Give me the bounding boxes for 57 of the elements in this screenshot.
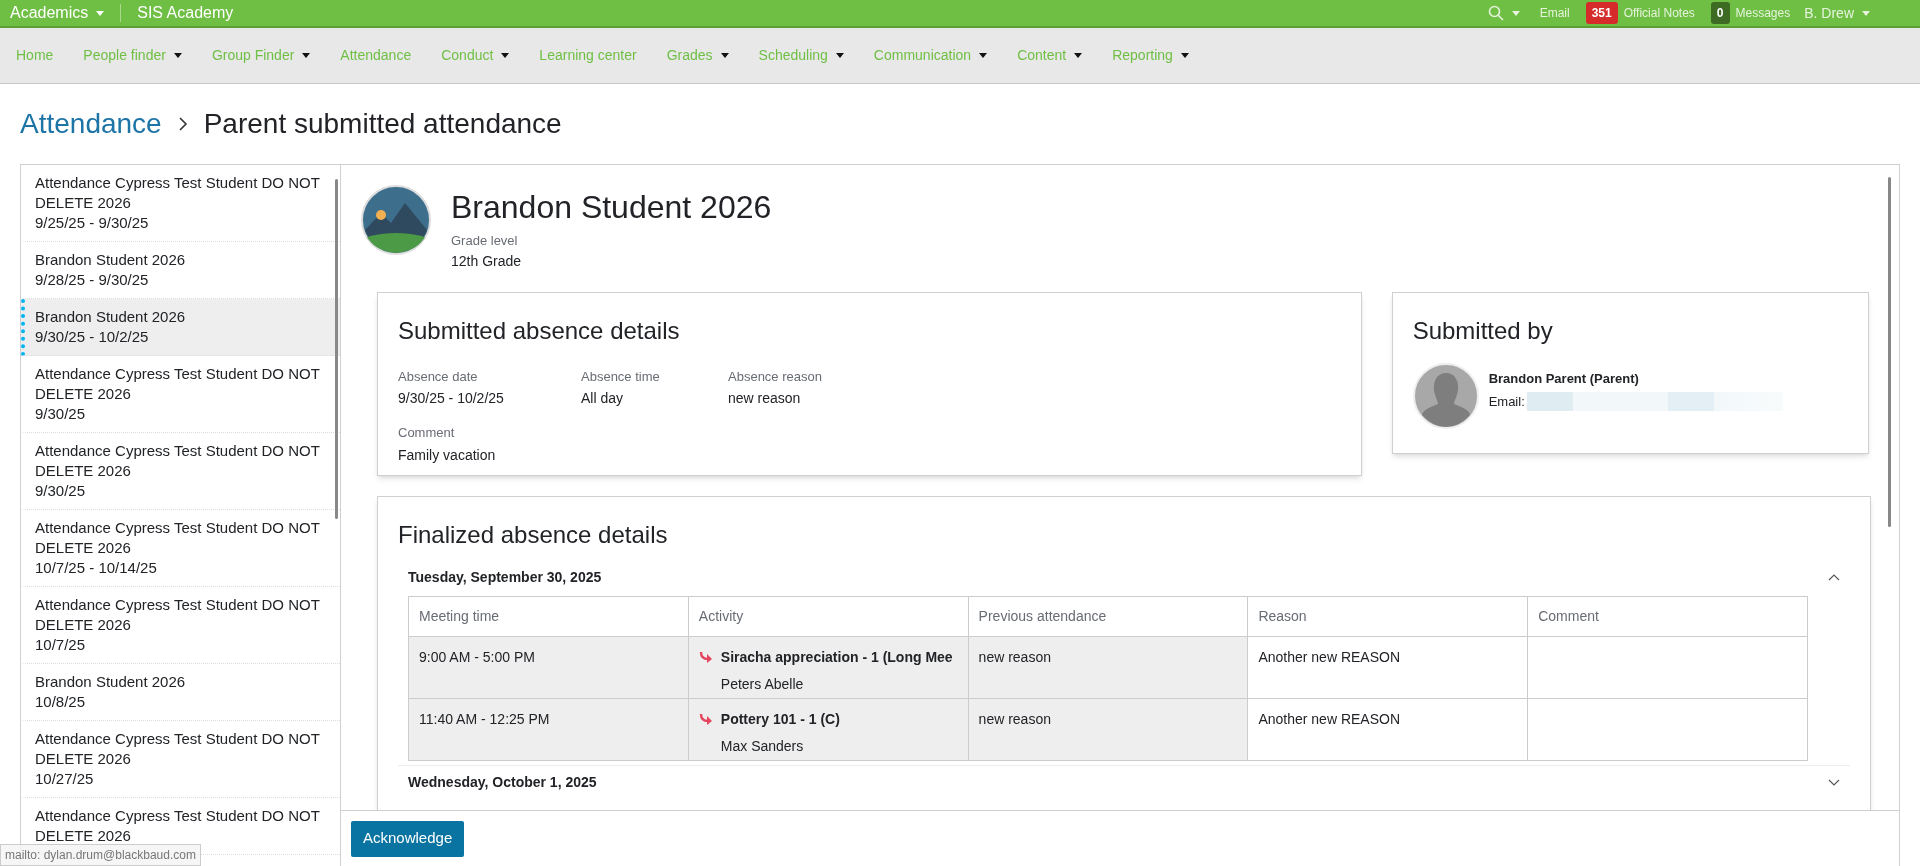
field-label: Comment [398, 424, 456, 442]
student-name: Brandon Student 2026 [451, 188, 772, 227]
table-cell: new reason [968, 636, 1248, 698]
page-title: Parent submitted attendance [203, 107, 562, 141]
student-name: Attendance Cypress Test Student DO NOT DELETE 2026 [35, 729, 321, 769]
card-title: Finalized absence details [398, 519, 669, 550]
activity-name: Siracha appreciation - 1 (Long Mee [720, 647, 953, 667]
day-heading: Wednesday, October 1, 2025 [408, 772, 597, 792]
student-name: Attendance Cypress Test Student DO NOT DELETE 2026 [35, 595, 321, 635]
column-header: Reason [1247, 596, 1528, 636]
school-name: SIS Academy [137, 3, 234, 23]
absence-dates: 9/25/25 - 9/30/25 [35, 213, 150, 233]
student-name: Attendance Cypress Test Student DO NOT DELETE 2026 [35, 364, 321, 404]
card-title: Submitted absence details [398, 315, 681, 346]
absence-dates: 9/30/25 [35, 481, 87, 501]
field-label: Grade level [451, 232, 519, 250]
field-label: Email: [1488, 393, 1525, 411]
column-header: Comment [1527, 596, 1808, 636]
field-value: Family vacation [398, 445, 497, 465]
student-name: Attendance Cypress Test Student DO NOT DELETE 2026 [35, 441, 321, 481]
column-header: Previous attendance [968, 596, 1248, 636]
day-heading: Tuesday, September 30, 2025 [408, 567, 602, 587]
teacher-name: Peters Abelle [719, 674, 805, 694]
absence-dates: 10/7/25 - 10/14/25 [35, 558, 158, 578]
table-cell: 11:40 AM - 12:25 PM [408, 698, 689, 760]
column-header: Meeting time [408, 596, 689, 636]
student-name: Brandon Student 2026 [35, 307, 187, 327]
field-label: Absence date [398, 367, 479, 386]
parent-name: Brandon Parent (Parent) [1488, 369, 1640, 388]
table-cell: new reason [968, 698, 1248, 760]
student-name: Attendance Cypress Test Student DO NOT DELETE 2026 [35, 806, 321, 846]
table-cell: 9:00 AM - 5:00 PM [408, 636, 689, 698]
absence-dates: 9/30/25 [35, 404, 87, 424]
table-cell: Another new REASON [1247, 636, 1528, 698]
absence-dates: 9/30/25 - 10/2/25 [35, 327, 150, 347]
field-value: new reason [728, 389, 802, 408]
notes-count-badge: 351 [1585, 2, 1618, 24]
absence-dates: 10/8/25 [35, 692, 87, 712]
student-name: Attendance Cypress Test Student DO NOT DELETE 2026 [35, 173, 321, 213]
student-name: Brandon Student 2026 [35, 672, 187, 692]
teacher-name: Max Sanders [719, 736, 805, 756]
student-name: Brandon Student 2026 [35, 250, 187, 270]
link-url-tooltip: mailto: dylan.drum@blackbaud.com [0, 844, 201, 866]
card-title: Submitted by [1412, 315, 1554, 346]
field-label: Absence reason [728, 367, 823, 386]
absence-dates: 10/7/25 [35, 635, 87, 655]
field-label: Absence time [581, 367, 661, 386]
student-name: Attendance Cypress Test Student DO NOT DELETE 2026 [35, 518, 321, 558]
field-value: 12th Grade [451, 251, 523, 271]
column-header: Activity [688, 596, 969, 636]
absence-dates: 10/27/25 [35, 769, 95, 789]
messages-count-badge: 0 [1710, 2, 1730, 24]
absence-dates: 9/28/25 - 9/30/25 [35, 270, 150, 290]
field-value: All day [581, 389, 625, 408]
field-value: 9/30/25 - 10/2/25 [398, 389, 505, 408]
activity-name: Pottery 101 - 1 (C) [720, 709, 840, 729]
table-cell: Another new REASON [1247, 698, 1528, 760]
